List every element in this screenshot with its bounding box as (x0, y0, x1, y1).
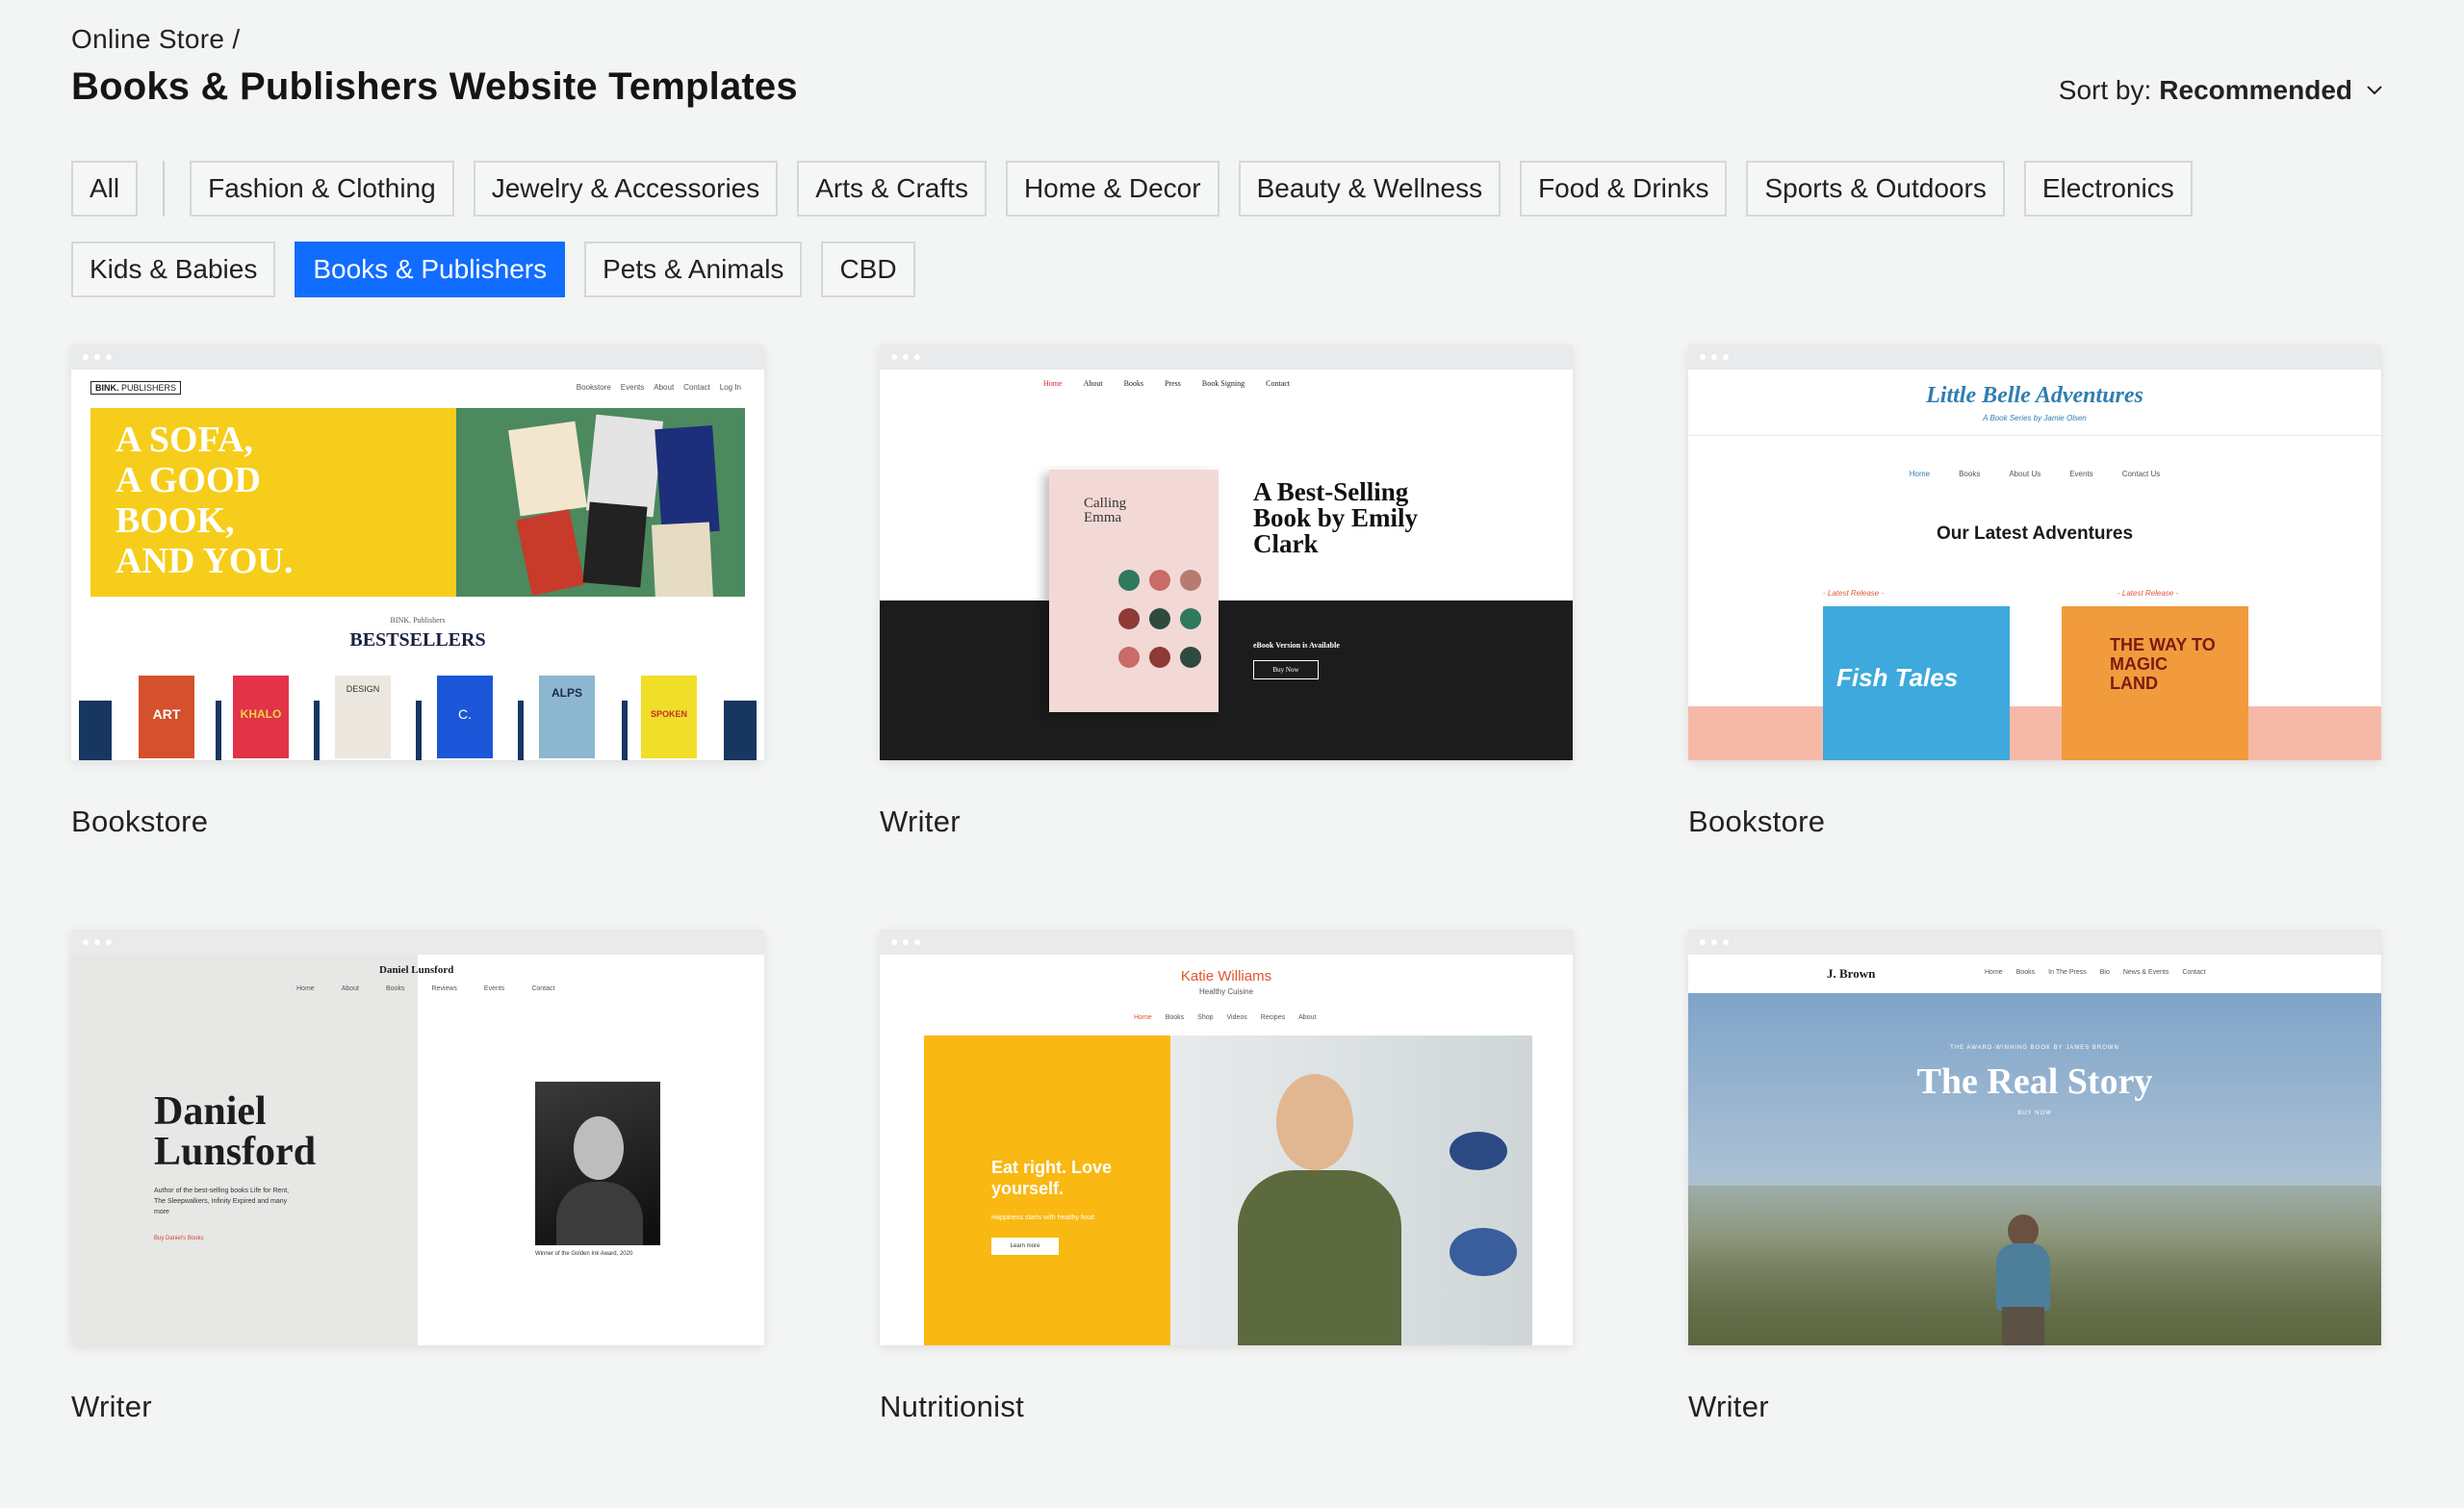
template-label[interactable]: Nutritionist (880, 1390, 1573, 1424)
filter-row: All Fashion & Clothing Jewelry & Accesso… (71, 160, 2400, 217)
browser-bar (71, 930, 764, 955)
sort-label: Sort by: (2058, 75, 2152, 105)
sort-value: Recommended (2159, 75, 2352, 105)
page-title: Books & Publishers Website Templates (71, 65, 798, 108)
filter-chip-beauty[interactable]: Beauty & Wellness (1238, 161, 1502, 217)
template-thumbnail[interactable]: BINK. PUBLISHERS Bookstore Events About Con… (71, 345, 764, 760)
preview-book: Calling Emma (1049, 470, 1219, 712)
template-card[interactable]: J. Brown Home Books In The Press Bio News & … (1688, 930, 2381, 1424)
template-card[interactable]: Home About Books Press Book Signing Contact C… (880, 345, 1573, 839)
template-label[interactable]: Bookstore (1688, 805, 2381, 839)
filter-chip-electronics[interactable]: Electronics (2023, 161, 2193, 217)
filter-chip-home[interactable]: Home & Decor (1005, 161, 1219, 217)
template-thumbnail[interactable]: Daniel Lunsford Home About Books Reviews Eve… (71, 930, 764, 1345)
filter-row: Kids & Babies Books & Publishers Pets & … (71, 241, 2400, 298)
sort-dropdown[interactable]: Sort by: Recommended (2059, 75, 2383, 106)
template-card[interactable]: Katie Williams Healthy Cuisine Home Books… (880, 930, 1573, 1424)
filter-chip-jewelry[interactable]: Jewelry & Accessories (473, 161, 779, 217)
template-card[interactable]: BINK. PUBLISHERS Bookstore Events About Con… (71, 345, 764, 839)
preview-book-cover: THE WAY TO MAGIC LAND (2062, 606, 2248, 760)
template-label[interactable]: Writer (1688, 1390, 2381, 1424)
template-card[interactable]: Little Belle Adventures A Book Series by… (1688, 345, 2381, 839)
preview-photo (1170, 1035, 1532, 1345)
filter-chip-kids[interactable]: Kids & Babies (71, 242, 276, 297)
filter-chip-sports[interactable]: Sports & Outdoors (1746, 161, 2005, 217)
preview-hero-panel: Eat right. Love yourself. Happiness star… (924, 1035, 1170, 1345)
category-filters: All Fashion & Clothing Jewelry & Accesso… (71, 160, 2400, 321)
template-preview: Little Belle Adventures A Book Series by… (1688, 370, 2381, 760)
preview-nav: Home Books In The Press Bio News & Events Con… (1985, 969, 2206, 976)
template-preview: J. Brown Home Books In The Press Bio News & … (1688, 955, 2381, 1345)
browser-bar (880, 345, 1573, 370)
browser-bar (880, 930, 1573, 955)
author-photo (535, 1082, 660, 1245)
template-label[interactable]: Writer (880, 805, 1573, 839)
browser-bar (1688, 930, 2381, 955)
browser-bar (1688, 345, 2381, 370)
filter-chip-food[interactable]: Food & Drinks (1520, 161, 1728, 217)
filter-divider (163, 161, 166, 217)
template-thumbnail[interactable]: Little Belle Adventures A Book Series by… (1688, 345, 2381, 760)
template-card[interactable]: Daniel Lunsford Home About Books Reviews Eve… (71, 930, 764, 1424)
filter-chip-all[interactable]: All (71, 161, 139, 217)
filter-chip-books-active[interactable]: Books & Publishers (295, 242, 566, 297)
preview-nav: Home About Books Press Book Signing Contact (1043, 379, 1291, 388)
filter-chip-pets[interactable]: Pets & Animals (584, 242, 803, 297)
chevron-down-icon (2367, 86, 2382, 95)
preview-book-row: ART KHALO DESIGN C. ALPS SPOKEN WORD (79, 666, 757, 760)
template-label[interactable]: Writer (71, 1390, 764, 1424)
template-thumbnail[interactable]: J. Brown Home Books In The Press Bio News & … (1688, 930, 2381, 1345)
preview-nav: Home Books Shop Videos Recipes About (1134, 1014, 1317, 1021)
preview-nav: Home Books About Us Events Contact Us (1909, 470, 2161, 478)
preview-hero: A SOFA, A GOOD BOOK, AND YOU. (90, 408, 745, 597)
template-label[interactable]: Bookstore (71, 805, 764, 839)
template-preview: Home About Books Press Book Signing Contact C… (880, 370, 1573, 760)
template-thumbnail[interactable]: Home About Books Press Book Signing Contact C… (880, 345, 1573, 760)
filter-chip-fashion[interactable]: Fashion & Clothing (190, 161, 454, 217)
preview-logo: BINK. PUBLISHERS (90, 381, 182, 395)
preview-nav: Home About Books Reviews Events Contact (296, 985, 555, 992)
preview-book-cover: Fish Tales (1823, 606, 2010, 760)
buy-now-button: Buy Now (1253, 660, 1319, 679)
template-preview: Daniel Lunsford Home About Books Reviews Eve… (71, 955, 764, 1345)
breadcrumb[interactable]: Online Store / (71, 24, 240, 55)
template-preview: Katie Williams Healthy Cuisine Home Books… (880, 955, 1573, 1345)
preview-nav: Bookstore Events About Contact Log In (576, 383, 741, 392)
filter-chip-arts[interactable]: Arts & Crafts (797, 161, 987, 217)
template-thumbnail[interactable]: Katie Williams Healthy Cuisine Home Books… (880, 930, 1573, 1345)
browser-bar (71, 345, 764, 370)
template-preview: BINK. PUBLISHERS Bookstore Events About Con… (71, 370, 764, 760)
filter-chip-cbd[interactable]: CBD (821, 242, 915, 297)
